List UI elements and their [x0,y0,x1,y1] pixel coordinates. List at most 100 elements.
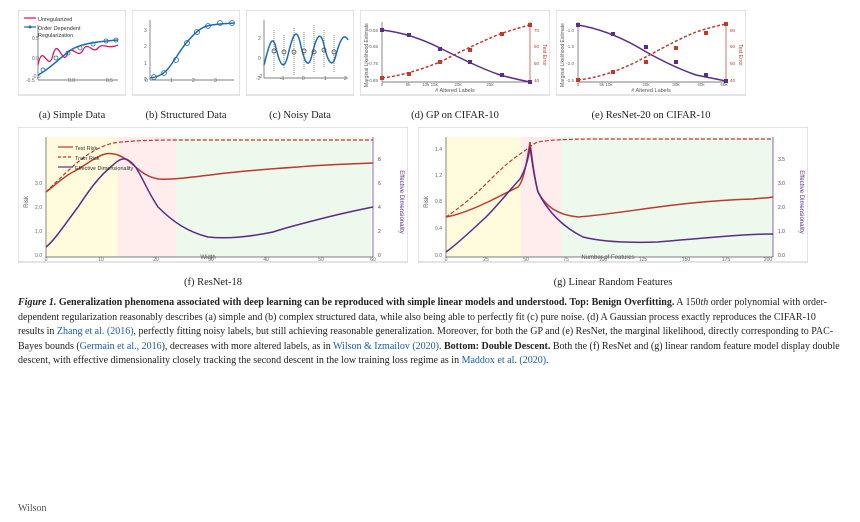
svg-text:60: 60 [370,257,376,263]
svg-text:6: 6 [378,181,381,187]
svg-text:175: 175 [722,257,731,263]
chart-g-svg: Risk Effective Dimensionality Number of … [418,127,808,275]
svg-text:40: 40 [263,257,269,263]
svg-text:0.0: 0.0 [778,253,785,259]
svg-text:-1.5: -1.5 [566,44,574,49]
svg-text:0.4: 0.4 [435,226,442,232]
svg-text:Unregularized: Unregularized [38,17,72,23]
caption-bold: Generalization phenomena associated with… [59,297,567,308]
chart-a: Unregularized Order Dependent Regulariza… [18,10,126,121]
svg-text:2: 2 [192,78,195,84]
caption-a: (a) Simple Data [39,110,105,121]
ref2[interactable]: Germain et al., 2016 [80,341,162,352]
svg-text:Number of Features: Number of Features [581,255,634,261]
chart-b: 0 1 2 3 0 1 2 3 (b) Structured D [132,10,240,121]
svg-text:3: 3 [144,28,147,34]
svg-text:10k 15k: 10k 15k [422,82,439,87]
svg-text:60: 60 [730,44,736,49]
svg-text:0: 0 [45,257,48,263]
chart-c: -2 -1 0 1 2 -2 0 2 [246,10,354,121]
svg-text:1: 1 [324,76,327,82]
top-charts-row: Unregularized Order Dependent Regulariza… [18,10,842,121]
svg-text:150: 150 [682,257,691,263]
caption-c: (c) Noisy Data [269,110,331,121]
svg-text:0.0: 0.0 [68,78,75,84]
svg-text:40: 40 [534,78,540,83]
svg-text:-1: -1 [280,76,285,82]
caption-mid2: ), decreases with more altered labels, a… [162,341,333,352]
svg-text:0: 0 [144,77,147,83]
svg-text:50: 50 [318,257,324,263]
svg-text:1.0: 1.0 [778,229,785,235]
svg-text:0.5: 0.5 [32,36,39,42]
svg-text:3.0: 3.0 [778,181,785,187]
svg-text:0: 0 [445,257,448,263]
chart-c-svg: -2 -1 0 1 2 -2 0 2 [246,10,354,108]
svg-text:Test Error: Test Error [737,44,743,66]
svg-text:0.0: 0.0 [435,253,442,259]
svg-text:30k: 30k [672,82,680,87]
svg-text:Order Dependent: Order Dependent [38,26,81,32]
figure-title: Figure 1. [18,297,59,308]
svg-text:Regularization: Regularization [38,33,73,39]
ref3[interactable]: Wilson & Izmailov (2020) [333,341,439,352]
svg-text:2: 2 [258,36,261,42]
svg-text:40: 40 [730,78,736,83]
svg-text:3: 3 [214,78,217,84]
svg-text:2: 2 [378,229,381,235]
svg-text:75: 75 [563,257,569,263]
svg-text:50: 50 [534,61,540,66]
svg-text:2: 2 [344,76,347,82]
svg-text:3.0: 3.0 [35,181,42,187]
svg-text:20k: 20k [642,82,650,87]
svg-text:3.5: 3.5 [778,157,785,163]
svg-text:50: 50 [730,61,736,66]
svg-text:125: 125 [639,257,648,263]
caption-end: . [546,355,549,366]
svg-text:25: 25 [483,257,489,263]
chart-a-svg: Unregularized Order Dependent Regulariza… [18,10,126,108]
svg-text:0.0: 0.0 [35,253,42,259]
caption-d: (d) GP on CIFAR-10 [411,110,499,121]
svg-text:30: 30 [208,257,214,263]
svg-text:0: 0 [258,56,261,62]
chart-d: Marginal Likelihood Estimate Test Error … [360,10,550,121]
svg-text:2: 2 [144,44,147,50]
chart-f-svg: Risk Effective Dimensionality Width 0 10… [18,127,408,275]
svg-text:-0.65: -0.65 [368,44,379,49]
svg-text:20: 20 [153,257,159,263]
caption-g: (g) Linear Random Features [554,277,673,288]
svg-text:60: 60 [534,44,540,49]
svg-text:-2.0: -2.0 [566,61,574,66]
page: Unregularized Order Dependent Regulariza… [0,0,860,522]
svg-text:-2: -2 [258,74,263,80]
svg-text:-0.55: -0.55 [368,28,379,33]
svg-text:-2.5: -2.5 [566,78,574,83]
svg-text:Marginal Likelihood Estimate: Marginal Likelihood Estimate [560,23,566,87]
chart-b-svg: 0 1 2 3 0 1 2 3 [132,10,240,108]
svg-text:-0.85: -0.85 [368,78,379,83]
svg-text:1: 1 [144,61,147,67]
svg-text:Effective Dimensionality: Effective Dimensionality [75,166,134,172]
caption-e: (e) ResNet-20 on CIFAR-10 [591,110,710,121]
caption-b: (b) Structured Data [145,110,226,121]
svg-text:0.5: 0.5 [106,78,113,84]
svg-text:# Altered Labels: # Altered Labels [435,88,475,94]
svg-text:1.2: 1.2 [435,173,442,179]
svg-text:0: 0 [378,253,381,259]
chart-g: Risk Effective Dimensionality Number of … [418,127,808,288]
chart-d-svg: Marginal Likelihood Estimate Test Error … [360,10,550,108]
svg-text:5k: 5k [406,82,412,87]
ref4[interactable]: Maddox et al. (2020) [462,355,546,366]
svg-text:0: 0 [302,76,305,82]
caption-f: (f) ResNet-18 [184,277,242,288]
ref1[interactable]: Zhang et al. (2016) [57,326,134,337]
bottom-charts-row: Risk Effective Dimensionality Width 0 10… [18,127,842,288]
svg-text:8: 8 [378,157,381,163]
chart-e-svg: Marginal Likelihood Estimate Test Error … [556,10,746,108]
svg-text:Test Risk: Test Risk [75,146,98,152]
svg-text:40k: 40k [697,82,705,87]
svg-text:2.0: 2.0 [35,205,42,211]
svg-text:0.0: 0.0 [32,56,39,62]
svg-text:5k 10k: 5k 10k [599,82,613,87]
